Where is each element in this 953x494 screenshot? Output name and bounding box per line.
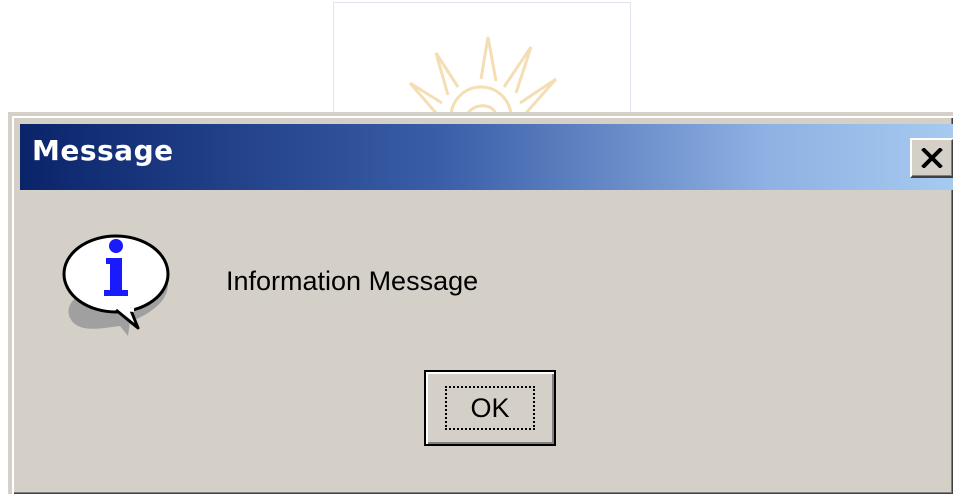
dialog-titlebar[interactable]: Message xyxy=(20,124,953,190)
background-logo-frame xyxy=(333,2,631,121)
screen: Message Information Message OK xyxy=(0,0,953,494)
sun-logo-icon xyxy=(408,36,558,121)
information-icon xyxy=(56,226,186,340)
message-text: Information Message xyxy=(226,266,479,296)
dialog-title: Message xyxy=(32,134,174,167)
message-dialog: Message Information Message OK xyxy=(12,116,953,494)
ok-button-label: OK xyxy=(445,386,535,430)
close-icon xyxy=(921,148,943,168)
close-button[interactable] xyxy=(910,138,953,178)
ok-button[interactable]: OK xyxy=(424,370,556,446)
